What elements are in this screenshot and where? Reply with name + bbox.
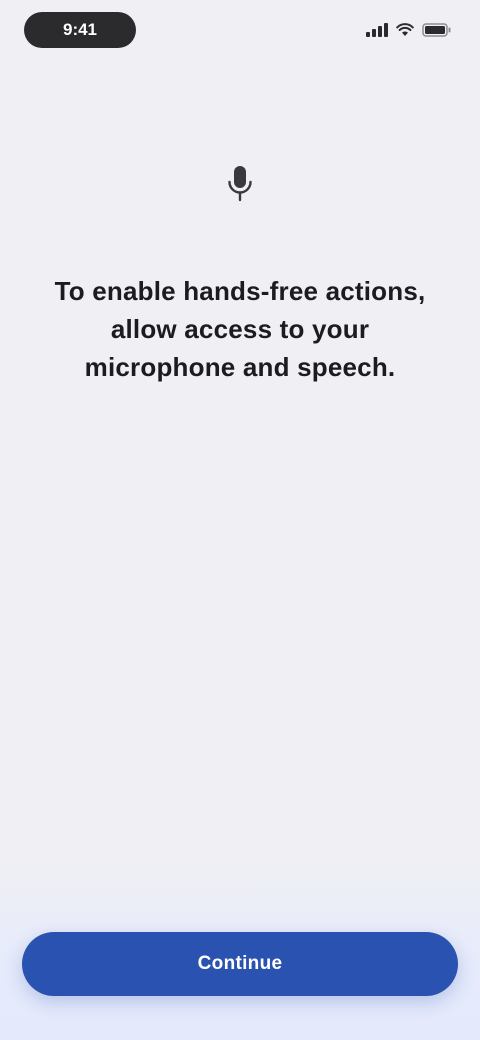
main-content: To enable hands-free actions, allow acce… [0, 160, 480, 386]
microphone-icon [222, 160, 258, 208]
battery-icon [422, 23, 452, 37]
permission-screen: 9:41 To enable hands-free actions, allow… [0, 0, 480, 1040]
status-bar: 9:41 [0, 0, 480, 64]
status-time: 9:41 [24, 12, 136, 48]
continue-button[interactable]: Continue [22, 932, 458, 996]
status-icons [366, 18, 452, 42]
signal-icon [366, 23, 388, 37]
wifi-icon [396, 23, 414, 37]
permission-prompt-text: To enable hands-free actions, allow acce… [54, 276, 426, 382]
